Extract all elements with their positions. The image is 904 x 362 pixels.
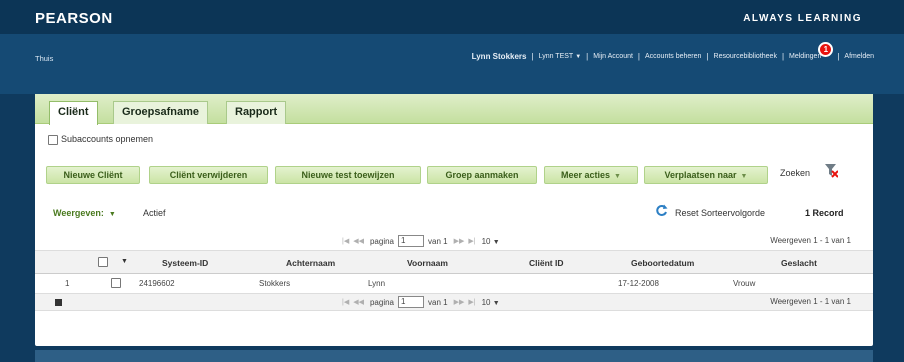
tab-report[interactable]: Rapport bbox=[226, 101, 287, 124]
page-size-value: 10 bbox=[481, 236, 491, 246]
page-label: pagina bbox=[369, 236, 395, 246]
prev-page-icon[interactable]: ◀◀ bbox=[353, 237, 364, 245]
col-gender[interactable]: Geslacht bbox=[781, 258, 817, 268]
more-actions-dropdown[interactable]: Meer acties ▼ bbox=[544, 166, 638, 184]
pager-info: Weergeven 1 - 1 van 1 bbox=[770, 236, 851, 245]
page-of-label: van 1 bbox=[428, 297, 448, 307]
nav-separator: | bbox=[637, 52, 640, 61]
caret-down-icon: ▼ bbox=[614, 173, 621, 180]
chevron-down-icon: ▼ bbox=[492, 299, 500, 307]
next-page-icon[interactable]: ▶▶ bbox=[454, 298, 465, 306]
cell-first-name: Lynn bbox=[368, 279, 386, 288]
delete-client-button[interactable]: Cliënt verwijderen bbox=[149, 166, 268, 184]
page-input[interactable]: 1 bbox=[398, 296, 425, 308]
select-menu-caret-icon[interactable]: ▼ bbox=[121, 258, 128, 265]
search-label[interactable]: Zoeken bbox=[780, 168, 810, 178]
page-label: pagina bbox=[369, 297, 395, 307]
page-of-label: van 1 bbox=[428, 236, 448, 246]
new-client-button[interactable]: Nieuwe Cliënt bbox=[46, 166, 140, 184]
user-name: Lynn Stokkers bbox=[471, 52, 527, 61]
move-to-dropdown[interactable]: Verplaatsen naar ▼ bbox=[644, 166, 768, 184]
tab-client[interactable]: Cliënt bbox=[49, 101, 98, 125]
refresh-icon[interactable] bbox=[655, 204, 668, 217]
nav-manage-accounts[interactable]: Accounts beheren bbox=[645, 53, 701, 60]
tab-bar: Cliënt Groepsafname Rapport bbox=[35, 94, 873, 125]
more-actions-label: Meer acties bbox=[561, 170, 611, 180]
cell-system-id: 24196602 bbox=[139, 279, 175, 288]
pager-info: Weergeven 1 - 1 van 1 bbox=[770, 297, 851, 306]
col-last-name[interactable]: Achternaam bbox=[286, 258, 335, 268]
subaccounts-checkbox[interactable] bbox=[48, 135, 58, 145]
prev-page-icon[interactable]: ◀◀ bbox=[353, 298, 364, 306]
nav-separator: | bbox=[706, 52, 709, 61]
notification-badge: 1 bbox=[818, 42, 834, 57]
next-page-icon[interactable]: ▶▶ bbox=[454, 237, 465, 245]
col-system-id[interactable]: Systeem-ID bbox=[162, 258, 208, 268]
table-footer: |◀ ◀◀ pagina 1 van 1 ▶▶ ▶| 10 ▼ Weergeve… bbox=[35, 293, 873, 311]
next-panel-edge bbox=[35, 350, 873, 362]
assign-test-button[interactable]: Nieuwe test toewijzen bbox=[275, 166, 421, 184]
nav-my-account[interactable]: Mijn Account bbox=[593, 53, 633, 60]
cell-birth-date: 17-12-2008 bbox=[618, 279, 659, 288]
pager-top: |◀ ◀◀ pagina 1 van 1 ▶▶ ▶| 10 ▼ Weergeve… bbox=[35, 233, 873, 250]
pager-controls: |◀ ◀◀ pagina 1 van 1 ▶▶ ▶| 10 ▼ bbox=[340, 235, 500, 247]
brand-logo[interactable]: PEARSON bbox=[35, 10, 113, 27]
nav-separator: | bbox=[586, 52, 589, 61]
nav-notifications[interactable]: Meldingen 1 bbox=[789, 42, 834, 60]
tab-group-test[interactable]: Groepsafname bbox=[113, 101, 209, 124]
tagline: ALWAYS LEARNING bbox=[743, 13, 862, 24]
page-input[interactable]: 1 bbox=[398, 235, 425, 247]
chevron-down-icon: ▼ bbox=[492, 238, 500, 246]
page-size-select[interactable]: 10 ▼ bbox=[482, 298, 500, 307]
account-name: Lynn TEST bbox=[538, 53, 574, 60]
top-bar: PEARSON ALWAYS LEARNING bbox=[0, 0, 904, 34]
logout-link[interactable]: Afmelden bbox=[844, 53, 874, 60]
caret-down-icon: ▼ bbox=[108, 211, 116, 218]
last-page-icon[interactable]: ▶| bbox=[468, 237, 475, 245]
last-page-icon[interactable]: ▶| bbox=[468, 298, 475, 306]
nav-separator: | bbox=[837, 52, 840, 61]
col-client-id[interactable]: Cliënt ID bbox=[529, 258, 563, 268]
table-row[interactable]: 1 24196602 Stokkers Lynn 17-12-2008 Vrou… bbox=[35, 275, 873, 292]
account-switcher[interactable]: Lynn TEST ▼ bbox=[539, 53, 582, 60]
reset-sort-link[interactable]: Reset Sorteervolgorde bbox=[675, 208, 765, 218]
home-link[interactable]: Thuis bbox=[35, 54, 53, 63]
table-header: ▼ Systeem-ID Achternaam Voornaam Cliënt … bbox=[35, 250, 873, 274]
view-filter-label: Weergeven: bbox=[53, 208, 104, 218]
filter-clear-icon[interactable] bbox=[825, 164, 838, 178]
record-count: 1 Record bbox=[805, 208, 844, 218]
row-index: 1 bbox=[65, 279, 70, 288]
create-group-button[interactable]: Groep aanmaken bbox=[427, 166, 537, 184]
pager-controls-bottom: |◀ ◀◀ pagina 1 van 1 ▶▶ ▶| 10 ▼ bbox=[340, 296, 500, 308]
caret-down-icon: ▼ bbox=[740, 173, 748, 180]
grid-settings-icon[interactable] bbox=[55, 299, 62, 306]
row-checkbox[interactable] bbox=[111, 278, 121, 288]
user-nav: Lynn Stokkers | Lynn TEST ▼ | Mijn Accoun… bbox=[471, 42, 874, 61]
caret-down-icon: ▼ bbox=[575, 54, 582, 60]
notifications-label: Meldingen bbox=[789, 53, 822, 60]
subaccounts-label: Subaccounts opnemen bbox=[61, 134, 154, 144]
cell-last-name: Stokkers bbox=[259, 279, 291, 288]
select-all-checkbox[interactable] bbox=[98, 257, 108, 267]
page-size-value: 10 bbox=[481, 297, 491, 307]
nav-bar: Thuis Lynn Stokkers | Lynn TEST ▼ | Mijn … bbox=[0, 34, 904, 118]
nav-resource-library[interactable]: Resourcebibliotheek bbox=[714, 53, 777, 60]
nav-separator: | bbox=[531, 52, 534, 61]
page-size-select[interactable]: 10 ▼ bbox=[482, 237, 500, 246]
cell-gender: Vrouw bbox=[733, 279, 756, 288]
col-birth-date[interactable]: Geboortedatum bbox=[631, 258, 694, 268]
first-page-icon[interactable]: |◀ bbox=[342, 237, 349, 245]
view-filter-dropdown[interactable]: Weergeven: ▼ bbox=[53, 208, 116, 218]
nav-separator: | bbox=[781, 52, 785, 61]
move-to-label: Verplaatsen naar bbox=[664, 170, 737, 180]
first-page-icon[interactable]: |◀ bbox=[342, 298, 349, 306]
client-panel: Cliënt Groepsafname Rapport Subaccounts … bbox=[35, 94, 873, 346]
col-first-name[interactable]: Voornaam bbox=[407, 258, 448, 268]
view-filter-value: Actief bbox=[143, 208, 166, 218]
